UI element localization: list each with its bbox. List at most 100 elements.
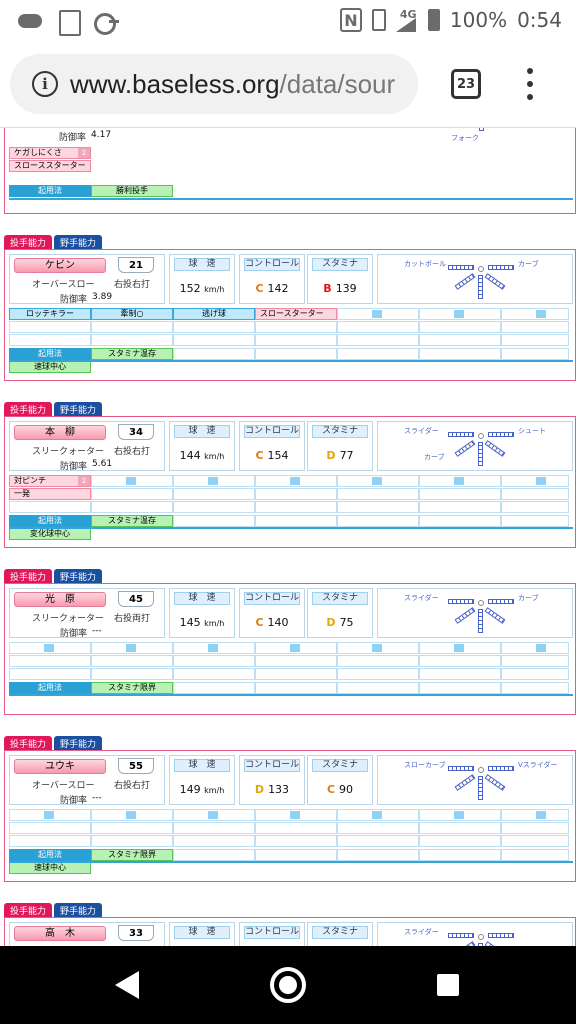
control-box: コントロール [239, 922, 305, 946]
info-icon[interactable]: i [32, 71, 58, 97]
control-rank: D [254, 783, 265, 796]
speed-label: 球 速 [174, 258, 230, 271]
divider [9, 527, 573, 529]
uniform-number: 34 [118, 424, 154, 440]
tab-pitcher[interactable]: 投手能力 [4, 736, 53, 750]
tab-switcher-button[interactable]: 23 [451, 69, 481, 99]
tab-fielder[interactable]: 野手能力 [54, 402, 103, 416]
stamina-box: スタミナ [307, 922, 373, 946]
tab-fielder[interactable]: 野手能力 [54, 569, 103, 583]
player-info: 光 原 45 スリークォーター 右投両打 防御率 --- [9, 588, 165, 639]
grid-cell [91, 822, 173, 834]
grid-cell [419, 655, 501, 667]
grid-cell [337, 348, 419, 360]
grid-cell [173, 334, 255, 346]
home-icon[interactable] [270, 967, 306, 1003]
pitch-bar [478, 776, 483, 800]
card-tabs: 投手能力 野手能力 [4, 402, 103, 416]
pitch-label: スローカーブ [404, 761, 446, 769]
usage-label: 起用法 [9, 348, 91, 360]
address-bar[interactable]: i www.baseless.org/data/sour [10, 54, 418, 114]
grid-cell [419, 334, 501, 346]
usage-label: 起用法 [9, 849, 91, 861]
role-tag: 速球中心 [9, 361, 91, 373]
contact-card-icon [56, 10, 81, 36]
grid-cell [91, 668, 173, 680]
tab-fielder[interactable]: 野手能力 [54, 903, 103, 917]
skill-grid: 起用法 スタミナ限界 速球中心 [5, 809, 575, 879]
control-value: 140 [267, 616, 289, 629]
grid-cell [91, 642, 173, 654]
skill-badge: スロースターター [255, 308, 337, 320]
player-name[interactable]: ユウキ [14, 759, 106, 774]
stamina-label: スタミナ [312, 759, 368, 772]
grid-cell [419, 682, 501, 694]
grid-cell [173, 642, 255, 654]
grid-cell [419, 642, 501, 654]
throwing-form: スリークォーター [32, 614, 105, 624]
pitch-origin [478, 767, 484, 773]
grid-cell [9, 655, 91, 667]
player-name[interactable]: 光 原 [14, 592, 106, 607]
card-tabs: 投手能力 野手能力 [4, 903, 103, 917]
grid-cell [255, 655, 337, 667]
player-name[interactable]: ケビン [14, 258, 106, 273]
grid-cell [9, 501, 91, 513]
pitch-bar [484, 440, 506, 457]
player-card: 本 柳 34 スリークォーター 右投右打 防御率 5.61 球 速 144 km/h… [4, 416, 576, 548]
pitch-origin [478, 433, 484, 439]
grid-cell [9, 668, 91, 680]
grid-cell [255, 488, 337, 500]
tab-pitcher[interactable]: 投手能力 [4, 903, 53, 917]
tab-fielder[interactable]: 野手能力 [54, 235, 103, 249]
tab-pitcher[interactable]: 投手能力 [4, 402, 53, 416]
recent-apps-icon[interactable] [437, 974, 459, 996]
player-card: ユウキ 55 オーバースロー 右投右打 防御率 --- 球 速 149 km/h コ… [4, 750, 576, 882]
url-text[interactable]: www.baseless.org/data/sour [70, 69, 395, 100]
grid-cell [9, 334, 91, 346]
speed-box: 球 速 149 km/h [169, 755, 235, 805]
speed-value: 144 [179, 449, 201, 462]
pitch-bar [478, 609, 483, 633]
pitch-origin [478, 934, 484, 940]
skill-badge: ケガしにくさ 2 [9, 147, 91, 159]
browser-toolbar: i www.baseless.org/data/sour 23 [0, 40, 576, 128]
era-value: 4.17 [91, 130, 112, 140]
handedness: 右投両打 [114, 614, 151, 624]
player-name[interactable]: 本 柳 [14, 425, 106, 440]
vibrate-icon [371, 9, 386, 31]
stamina-box: スタミナ D 75 [307, 588, 373, 638]
speed-unit: km/h [204, 285, 225, 294]
era-label: 防御率 [60, 462, 88, 472]
era-value: 3.89 [92, 292, 113, 302]
pitch-chart: スライダー [377, 922, 573, 946]
skill-badge: 一発 [9, 488, 91, 500]
speed-label: 球 速 [174, 759, 230, 772]
era-value: --- [92, 793, 102, 803]
pitch-bar [488, 432, 514, 437]
pitch-bar [479, 128, 484, 131]
overflow-menu-icon[interactable] [522, 68, 538, 100]
grid-cell [419, 321, 501, 333]
grid-cell [501, 475, 569, 487]
pitch-label: スライダー [404, 928, 439, 936]
grid-cell [173, 682, 255, 694]
grid-cell [501, 809, 569, 821]
grid-cell [501, 849, 569, 861]
grid-cell [91, 475, 173, 487]
control-label: コントロール [244, 759, 300, 772]
player-name[interactable]: 高 木 [14, 926, 106, 941]
stamina-rank: D [326, 616, 336, 629]
grid-cell [501, 682, 569, 694]
tab-fielder[interactable]: 野手能力 [54, 736, 103, 750]
grid-cell [501, 308, 569, 320]
card-tabs: 投手能力 野手能力 [4, 235, 103, 249]
grid-cell [501, 334, 569, 346]
grid-cell [337, 321, 419, 333]
skill-grid: 起用法 スタミナ限界 [5, 642, 575, 712]
speed-value: 149 [179, 783, 201, 796]
back-icon[interactable] [115, 971, 139, 999]
tab-pitcher[interactable]: 投手能力 [4, 235, 53, 249]
player-info: ケビン 21 オーバースロー 右投右打 防御率 3.89 [9, 254, 165, 305]
tab-pitcher[interactable]: 投手能力 [4, 569, 53, 583]
